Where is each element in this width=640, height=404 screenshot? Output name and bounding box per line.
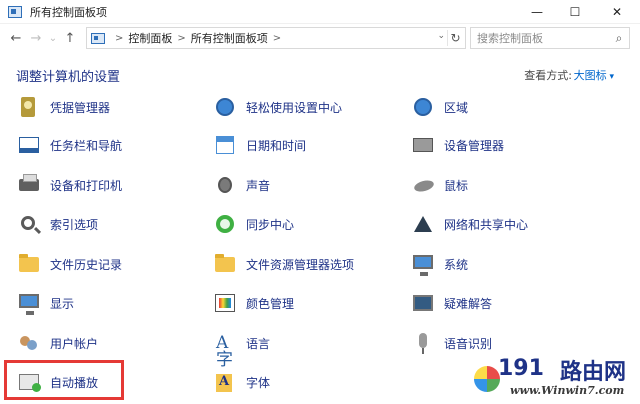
refresh-icon[interactable]: ↻ xyxy=(447,30,463,46)
user-accounts-icon xyxy=(16,330,42,356)
item-color-management[interactable]: 颜色管理 xyxy=(212,286,294,320)
search-icon[interactable]: ⌕ xyxy=(609,31,629,46)
speaker-icon xyxy=(212,172,238,198)
control-panel-app-icon xyxy=(8,5,22,18)
item-mouse[interactable]: 鼠标 xyxy=(410,168,468,202)
window-title: 所有控制面板项 xyxy=(30,5,107,19)
item-taskbar-navigation[interactable]: 任务栏和导航 xyxy=(16,128,122,162)
navigation-bar: ← → ⌄ ↑ > 控制面板 > 所有控制面板项 > ⌄ ↻ 搜索控制面板 ⌕ xyxy=(0,24,640,52)
ease-of-access-icon xyxy=(212,94,238,120)
windows-logo-icon xyxy=(474,366,500,392)
watermark-url: www.Winwin7.com xyxy=(510,384,625,397)
back-arrow-icon[interactable]: ← xyxy=(6,28,26,48)
indexing-icon xyxy=(16,211,42,237)
watermark-number: 191 xyxy=(498,356,544,381)
chevron-right-icon[interactable]: > xyxy=(273,33,281,44)
network-icon xyxy=(410,211,436,237)
page-title: 调整计算机的设置 xyxy=(16,70,121,85)
item-sync-center[interactable]: 同步中心 xyxy=(212,207,294,241)
chevron-right-icon[interactable]: > xyxy=(115,33,123,44)
close-button[interactable]: ✕ xyxy=(594,0,640,24)
device-manager-icon xyxy=(410,132,436,158)
troubleshooting-icon xyxy=(410,290,436,316)
item-indexing-options[interactable]: 索引选项 xyxy=(16,207,98,241)
item-display[interactable]: 显示 xyxy=(16,286,74,320)
title-bar: 所有控制面板项 — ☐ ✕ xyxy=(0,0,640,24)
up-arrow-icon[interactable]: ↑ xyxy=(60,28,80,48)
item-network-sharing[interactable]: 网络和共享中心 xyxy=(410,207,528,241)
file-history-icon xyxy=(16,251,42,277)
fonts-icon xyxy=(212,369,238,395)
item-system[interactable]: 系统 xyxy=(410,247,468,281)
display-icon xyxy=(16,290,42,316)
language-icon: A字 xyxy=(216,333,233,370)
date-time-icon xyxy=(212,132,238,158)
credential-manager-icon xyxy=(16,94,42,120)
mouse-icon xyxy=(410,172,436,198)
watermark-text: 路由网 xyxy=(560,360,627,385)
sync-center-icon xyxy=(212,211,238,237)
autoplay-highlight-box xyxy=(4,360,124,400)
item-fonts[interactable]: 字体 xyxy=(212,365,270,399)
site-watermark: 191 路由网 www.Winwin7.com xyxy=(470,352,640,404)
item-language[interactable]: A字 语言 xyxy=(212,326,270,370)
maximize-button[interactable]: ☐ xyxy=(556,0,594,24)
printer-icon xyxy=(16,172,42,198)
recent-locations-chevron-icon[interactable]: ⌄ xyxy=(46,28,60,48)
item-user-accounts[interactable]: 用户帐户 xyxy=(16,326,98,360)
forward-arrow-icon[interactable]: → xyxy=(26,28,46,48)
window-controls: — ☐ ✕ xyxy=(518,0,640,24)
item-file-history[interactable]: 文件历史记录 xyxy=(16,247,122,281)
minimize-button[interactable]: — xyxy=(518,0,556,24)
item-date-time[interactable]: 日期和时间 xyxy=(212,128,306,162)
address-bar[interactable]: > 控制面板 > 所有控制面板项 > ⌄ ↻ xyxy=(86,27,466,49)
breadcrumb-control-panel[interactable]: 控制面板 xyxy=(128,30,172,46)
item-device-manager[interactable]: 设备管理器 xyxy=(410,128,504,162)
search-box[interactable]: 搜索控制面板 ⌕ xyxy=(470,27,630,49)
search-input[interactable]: 搜索控制面板 xyxy=(477,30,609,46)
folder-options-icon xyxy=(212,251,238,277)
item-region[interactable]: 区域 xyxy=(410,90,468,124)
item-folder-options[interactable]: 文件资源管理器选项 xyxy=(212,247,354,281)
breadcrumb-all-items[interactable]: 所有控制面板项 xyxy=(191,30,268,46)
region-icon xyxy=(410,94,436,120)
item-sound[interactable]: 声音 xyxy=(212,168,270,202)
item-devices-printers[interactable]: 设备和打印机 xyxy=(16,168,122,202)
view-by-label: 查看方式: xyxy=(524,69,572,82)
speech-recognition-icon xyxy=(410,330,436,356)
system-icon xyxy=(410,251,436,277)
address-dropdown-icon[interactable]: ⌄ xyxy=(437,31,445,41)
color-management-icon xyxy=(212,290,238,316)
view-by-dropdown[interactable]: 大图标 xyxy=(574,67,614,83)
item-troubleshooting[interactable]: 疑难解答 xyxy=(410,286,492,320)
taskbar-icon xyxy=(16,132,42,158)
chevron-right-icon[interactable]: > xyxy=(177,33,185,44)
control-panel-location-icon xyxy=(91,32,105,44)
item-ease-of-access[interactable]: 轻松使用设置中心 xyxy=(212,90,342,124)
item-credential-manager[interactable]: 凭据管理器 xyxy=(16,90,110,124)
